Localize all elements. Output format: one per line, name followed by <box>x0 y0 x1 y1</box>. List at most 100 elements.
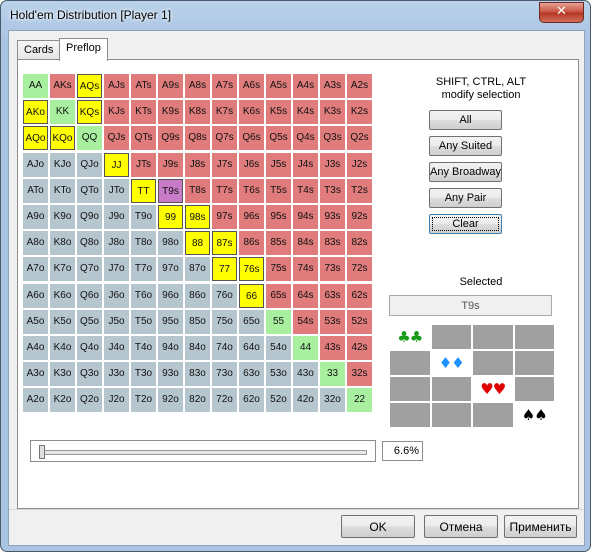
range-percent-field[interactable]: 6.6% <box>382 441 423 461</box>
hand-cell[interactable]: 76o <box>212 283 237 308</box>
hand-cell[interactable]: T3s <box>320 178 345 203</box>
hand-cell[interactable]: 32o <box>320 388 345 413</box>
suit-combo-cell[interactable] <box>389 402 431 428</box>
hand-cell[interactable]: T5o <box>131 309 156 334</box>
hand-cell[interactable]: K3o <box>50 362 75 387</box>
hand-cell[interactable]: Q2o <box>77 388 102 413</box>
hand-cell[interactable]: T4s <box>293 178 318 203</box>
hand-cell[interactable]: 75s <box>266 257 291 282</box>
cancel-button[interactable]: Отмена <box>424 515 498 538</box>
hand-cell[interactable]: 42s <box>347 335 372 360</box>
hand-cell[interactable]: 63o <box>239 362 264 387</box>
any-broadway-button[interactable]: Any Broadway <box>429 162 502 182</box>
hand-cell[interactable]: 84s <box>293 231 318 256</box>
hand-cell[interactable]: QTo <box>77 178 102 203</box>
suit-combo-cell-active[interactable]: ♦♦ <box>430 350 472 376</box>
any-pair-button[interactable]: Any Pair <box>429 188 502 208</box>
hand-cell[interactable]: 87s <box>212 231 237 256</box>
hand-cell[interactable]: A5o <box>23 309 48 334</box>
hand-cell[interactable]: 72o <box>212 388 237 413</box>
hand-cell[interactable]: A3s <box>320 74 345 98</box>
all-button[interactable]: All <box>429 110 502 130</box>
hand-cell[interactable]: T7o <box>131 257 156 282</box>
hand-cell[interactable]: 63s <box>320 283 345 308</box>
hand-cell[interactable]: KQs <box>77 100 102 125</box>
hand-cell[interactable]: KJo <box>50 152 75 177</box>
hand-cell[interactable]: Q5o <box>77 309 102 334</box>
hand-cell[interactable]: KJs <box>104 100 129 125</box>
hand-cell[interactable]: K4s <box>293 100 318 125</box>
hand-cell[interactable]: 94s <box>293 204 318 229</box>
hand-cell[interactable]: A4s <box>293 74 318 98</box>
hand-cell[interactable]: T3o <box>131 362 156 387</box>
hand-cell[interactable]: Q8s <box>185 126 210 151</box>
hand-cell[interactable]: A6o <box>23 283 48 308</box>
suit-combo-cell-active[interactable]: ♣♣ <box>389 324 431 350</box>
hand-cell[interactable]: 93s <box>320 204 345 229</box>
hand-cell[interactable]: J3o <box>104 362 129 387</box>
hand-cell[interactable]: A2s <box>347 74 372 98</box>
hand-cell[interactable]: J4o <box>104 335 129 360</box>
hand-cell[interactable]: T6s <box>239 178 264 203</box>
hand-cell[interactable]: Q4o <box>77 335 102 360</box>
hand-cell[interactable]: 94o <box>158 335 183 360</box>
hand-cell[interactable]: 92s <box>347 204 372 229</box>
hand-cell[interactable]: J8o <box>104 231 129 256</box>
hand-cell[interactable]: 42o <box>293 388 318 413</box>
hand-cell[interactable]: Q3o <box>77 362 102 387</box>
hand-cell[interactable]: ATo <box>23 178 48 203</box>
apply-button[interactable]: Применить <box>504 515 577 538</box>
hand-cell[interactable]: 54o <box>266 335 291 360</box>
hand-cell[interactable]: K9o <box>50 204 75 229</box>
hand-cell[interactable]: K6o <box>50 283 75 308</box>
hand-cell[interactable]: 82o <box>185 388 210 413</box>
hand-cell[interactable]: JTo <box>104 178 129 203</box>
tab-preflop[interactable]: Preflop <box>59 38 108 61</box>
hand-cell[interactable]: A4o <box>23 335 48 360</box>
hand-cell[interactable]: 96o <box>158 283 183 308</box>
hand-cell[interactable]: 85s <box>266 231 291 256</box>
hand-cell[interactable]: A5s <box>266 74 291 98</box>
hand-cell[interactable]: T9s <box>158 178 183 203</box>
hand-cell[interactable]: J2s <box>347 152 372 177</box>
ok-button[interactable]: OK <box>341 515 415 538</box>
hand-cell[interactable]: T9o <box>131 204 156 229</box>
hand-cell[interactable]: J3s <box>320 152 345 177</box>
hand-cell[interactable]: KQo <box>50 126 75 151</box>
hand-cell[interactable]: J8s <box>185 152 210 177</box>
hand-cell[interactable]: 86s <box>239 231 264 256</box>
hand-cell[interactable]: 64o <box>239 335 264 360</box>
hand-cell[interactable]: 98s <box>185 204 210 229</box>
hand-cell[interactable]: Q6s <box>239 126 264 151</box>
hand-cell[interactable]: Q8o <box>77 231 102 256</box>
hand-cell[interactable]: 84o <box>185 335 210 360</box>
hand-cell[interactable]: 92o <box>158 388 183 413</box>
hand-cell[interactable]: A6s <box>239 74 264 98</box>
hand-cell[interactable]: 98o <box>158 231 183 256</box>
hand-cell[interactable]: QTs <box>131 126 156 151</box>
hand-cell[interactable]: Q4s <box>293 126 318 151</box>
suit-combo-cell[interactable] <box>430 376 472 402</box>
hand-cell[interactable]: AKo <box>23 100 48 125</box>
hand-cell[interactable]: A8o <box>23 231 48 256</box>
hand-cell[interactable]: K4o <box>50 335 75 360</box>
hand-cell[interactable]: T5s <box>266 178 291 203</box>
hand-cell[interactable]: T7s <box>212 178 237 203</box>
hand-cell[interactable]: 96s <box>239 204 264 229</box>
hand-cell[interactable]: J7o <box>104 257 129 282</box>
hand-cell[interactable]: J2o <box>104 388 129 413</box>
hand-cell[interactable]: 74s <box>293 257 318 282</box>
hand-cell[interactable]: T8s <box>185 178 210 203</box>
suit-combo-cell[interactable] <box>472 402 514 428</box>
suit-combo-cell[interactable] <box>513 350 555 376</box>
hand-cell[interactable]: 72s <box>347 257 372 282</box>
hand-cell[interactable]: KTs <box>131 100 156 125</box>
hand-cell[interactable]: Q5s <box>266 126 291 151</box>
hand-cell[interactable]: 88 <box>185 231 210 256</box>
suit-combo-cell[interactable] <box>389 376 431 402</box>
hand-cell[interactable]: Q7o <box>77 257 102 282</box>
hand-cell[interactable]: 83o <box>185 362 210 387</box>
hand-cell[interactable]: 87o <box>185 257 210 282</box>
suit-combo-cell[interactable] <box>430 324 472 350</box>
hand-cell[interactable]: 53s <box>320 309 345 334</box>
